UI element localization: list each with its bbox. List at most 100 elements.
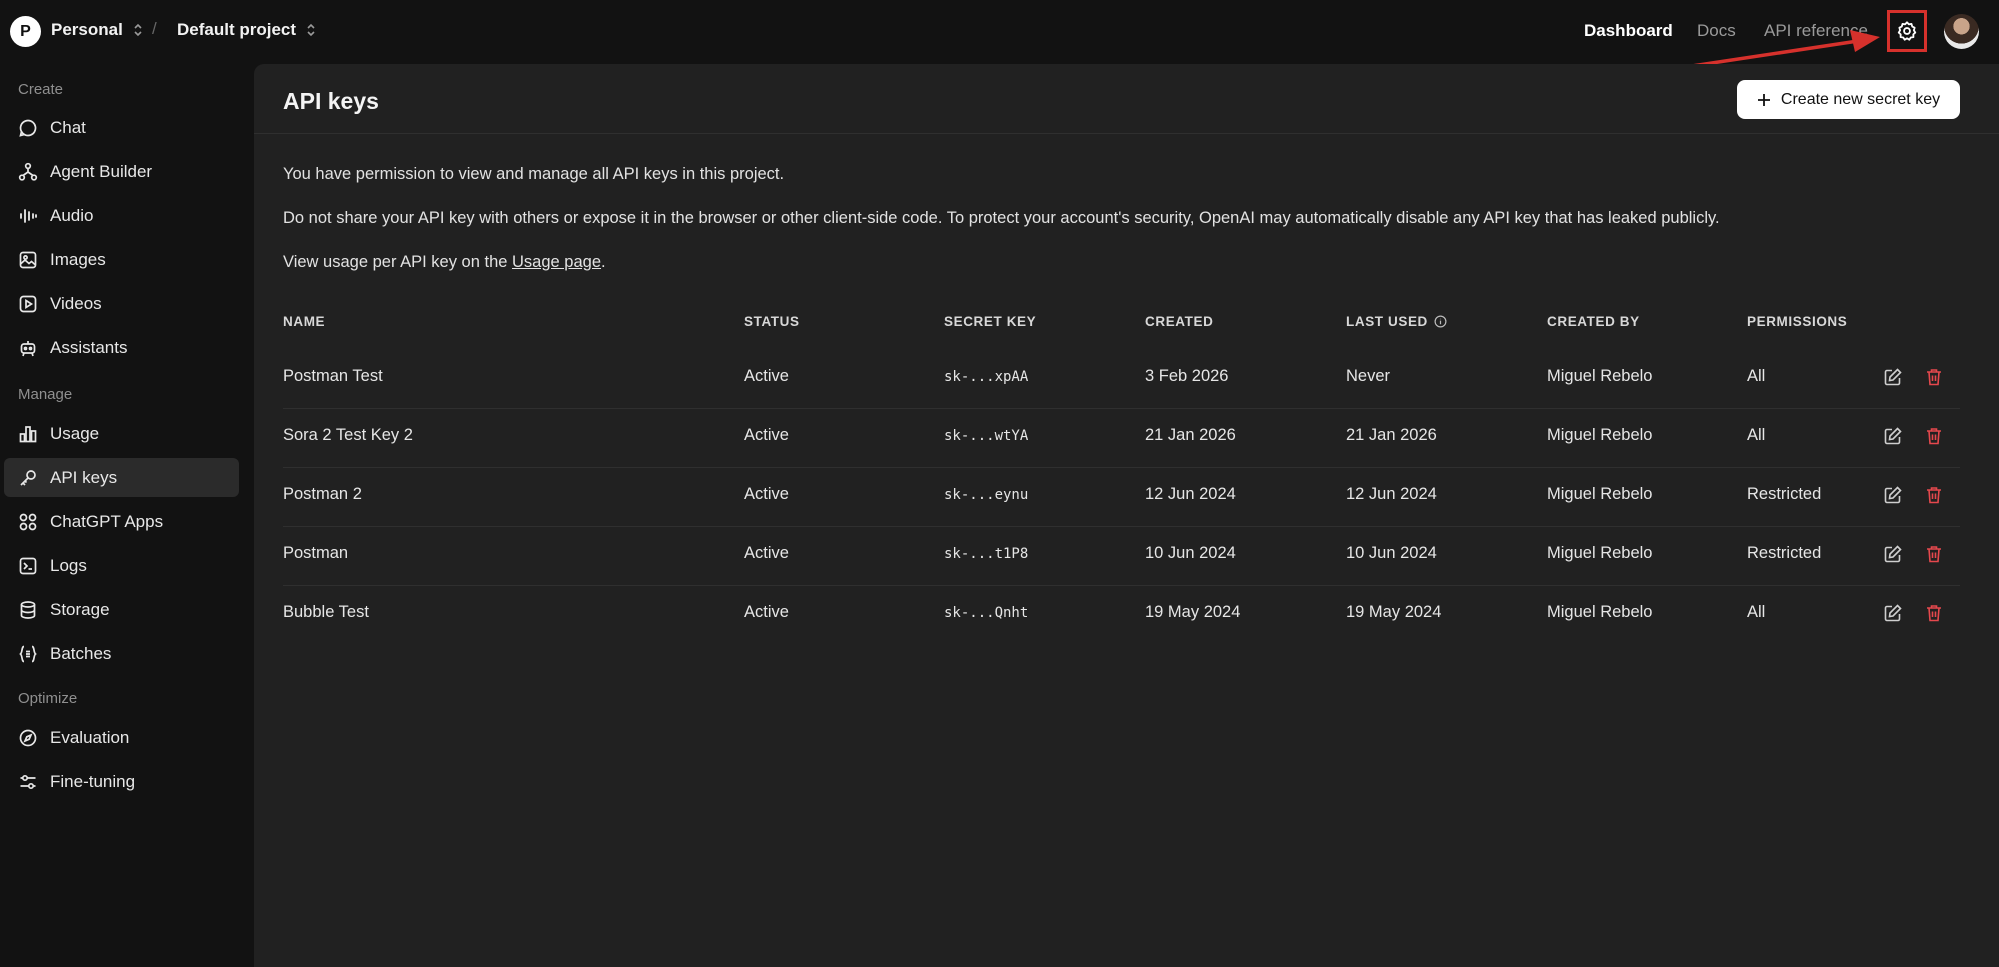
org-avatar[interactable]: P bbox=[10, 16, 41, 47]
sidebar-item-evaluation[interactable]: Evaluation bbox=[4, 718, 239, 757]
sidebar-item-chat[interactable]: Chat bbox=[4, 108, 239, 147]
sidebar-item-label: ChatGPT Apps bbox=[50, 511, 164, 531]
sidebar-item-label: Assistants bbox=[50, 337, 128, 357]
key-created: 10 Jun 2024 bbox=[1145, 544, 1236, 562]
nav-api-reference[interactable]: API reference bbox=[1764, 21, 1868, 41]
sidebar-item-label: Videos bbox=[50, 293, 102, 313]
sidebar-item-videos[interactable]: Videos bbox=[4, 284, 239, 323]
top-bar: P Personal / Default project Dashboard D… bbox=[0, 0, 1999, 64]
sidebar-item-images[interactable]: Images bbox=[4, 240, 239, 279]
key-last-used: 19 May 2024 bbox=[1346, 603, 1442, 621]
sidebar-item-label: Chat bbox=[50, 117, 86, 137]
trash-icon[interactable] bbox=[1922, 542, 1946, 566]
key-secret: sk-...xpAA bbox=[944, 369, 1029, 385]
project-switcher[interactable]: Default project bbox=[177, 20, 318, 40]
project-name: Default project bbox=[177, 20, 297, 39]
column-header-last-used: LAST USED bbox=[1346, 314, 1447, 329]
sidebar-item-label: Storage bbox=[50, 599, 110, 619]
key-name: Postman 2 bbox=[283, 485, 362, 503]
chat-bubble-icon bbox=[19, 119, 37, 137]
key-status: Active bbox=[744, 485, 789, 503]
sidebar-item-label: Usage bbox=[50, 423, 100, 443]
usage-page-link[interactable]: Usage page bbox=[512, 253, 601, 271]
trash-icon[interactable] bbox=[1922, 601, 1946, 625]
key-created-by: Miguel Rebelo bbox=[1547, 367, 1653, 385]
robot-icon bbox=[20, 340, 36, 356]
key-permissions: Restricted bbox=[1747, 544, 1822, 562]
key-permissions: Restricted bbox=[1747, 485, 1822, 503]
sidebar-item-usage[interactable]: Usage bbox=[4, 414, 239, 453]
permission-info: You have permission to view and manage a… bbox=[283, 165, 785, 183]
sidebar-item-label: Audio bbox=[50, 205, 94, 225]
column-header-status: STATUS bbox=[744, 314, 800, 329]
edit-icon[interactable] bbox=[1881, 601, 1905, 625]
sidebar-item-label: Batches bbox=[50, 643, 112, 663]
sidebar-item-label: Evaluation bbox=[50, 727, 130, 747]
key-created-by: Miguel Rebelo bbox=[1547, 603, 1653, 621]
sidebar-item-agent-builder[interactable]: Agent Builder bbox=[4, 152, 239, 191]
sidebar-item-api-keys[interactable]: API keys bbox=[4, 458, 239, 497]
key-name: Sora 2 Test Key 2 bbox=[283, 426, 413, 444]
org-switcher[interactable]: Personal bbox=[51, 20, 145, 40]
table-row: Postman 2 Active sk-...eynu 12 Jun 2024 … bbox=[283, 467, 1960, 526]
usage-info: View usage per API key on the Usage page… bbox=[283, 253, 606, 272]
key-permissions: All bbox=[1747, 426, 1766, 444]
column-header-permissions: PERMISSIONS bbox=[1747, 314, 1848, 329]
edit-icon[interactable] bbox=[1881, 365, 1905, 389]
chevron-updown-icon bbox=[134, 23, 142, 37]
table-row: Sora 2 Test Key 2 Active sk-...wtYA 21 J… bbox=[283, 408, 1960, 467]
sidebar-item-label: Images bbox=[50, 249, 106, 269]
agent-builder-icon bbox=[18, 162, 38, 181]
sidebar-item-storage[interactable]: Storage bbox=[4, 590, 239, 629]
settings-button[interactable] bbox=[1887, 10, 1927, 52]
info-icon[interactable] bbox=[1434, 315, 1447, 328]
column-header-secret-key: SECRET KEY bbox=[944, 314, 1037, 329]
video-play-icon bbox=[19, 295, 37, 312]
edit-icon[interactable] bbox=[1881, 424, 1905, 448]
trash-icon[interactable] bbox=[1922, 424, 1946, 448]
sidebar-item-chatgpt-apps[interactable]: ChatGPT Apps bbox=[4, 502, 239, 541]
key-secret: sk-...t1P8 bbox=[944, 546, 1029, 562]
trash-icon[interactable] bbox=[1922, 483, 1946, 507]
column-header-created: CREATED bbox=[1145, 314, 1214, 329]
sidebar-section-manage: Manage bbox=[18, 386, 73, 403]
table-row: Bubble Test Active sk-...Qnht 19 May 202… bbox=[283, 585, 1960, 644]
edit-icon[interactable] bbox=[1881, 483, 1905, 507]
key-icon bbox=[20, 469, 36, 486]
user-avatar[interactable] bbox=[1944, 14, 1979, 49]
terminal-icon bbox=[19, 557, 37, 574]
nav-docs[interactable]: Docs bbox=[1697, 21, 1736, 41]
page-title: API keys bbox=[283, 88, 379, 114]
sidebar-item-batches[interactable]: Batches bbox=[4, 634, 239, 673]
key-created-by: Miguel Rebelo bbox=[1547, 485, 1653, 503]
key-created: 21 Jan 2026 bbox=[1145, 426, 1236, 444]
key-created-by: Miguel Rebelo bbox=[1547, 426, 1653, 444]
sliders-icon bbox=[20, 774, 36, 789]
sidebar-item-label: Fine-tuning bbox=[50, 771, 136, 791]
trash-icon[interactable] bbox=[1922, 365, 1946, 389]
nav-dashboard[interactable]: Dashboard bbox=[1584, 21, 1673, 41]
sidebar-item-fine-tuning[interactable]: Fine-tuning bbox=[4, 762, 239, 801]
sidebar-item-label: Agent Builder bbox=[50, 161, 153, 181]
sidebar-item-logs[interactable]: Logs bbox=[4, 546, 239, 585]
key-status: Active bbox=[744, 367, 789, 385]
sidebar-item-assistants[interactable]: Assistants bbox=[4, 328, 239, 367]
key-secret: sk-...eynu bbox=[944, 487, 1029, 503]
edit-icon[interactable] bbox=[1881, 542, 1905, 566]
sidebar-item-audio[interactable]: Audio bbox=[4, 196, 239, 235]
plus-icon bbox=[1757, 93, 1770, 106]
header-divider bbox=[254, 133, 1999, 134]
key-created-by: Miguel Rebelo bbox=[1547, 544, 1653, 562]
org-name: Personal bbox=[51, 20, 123, 39]
key-secret: sk-...wtYA bbox=[944, 428, 1029, 444]
braces-icon bbox=[19, 645, 37, 662]
key-created: 19 May 2024 bbox=[1145, 603, 1241, 621]
database-icon bbox=[20, 600, 36, 619]
gear-icon bbox=[1897, 21, 1917, 41]
key-status: Active bbox=[744, 426, 789, 444]
column-header-name: NAME bbox=[283, 314, 326, 329]
column-header-created-by: CREATED BY bbox=[1547, 314, 1640, 329]
create-secret-key-button[interactable]: Create new secret key bbox=[1737, 80, 1960, 119]
key-permissions: All bbox=[1747, 367, 1766, 385]
key-status: Active bbox=[744, 544, 789, 562]
